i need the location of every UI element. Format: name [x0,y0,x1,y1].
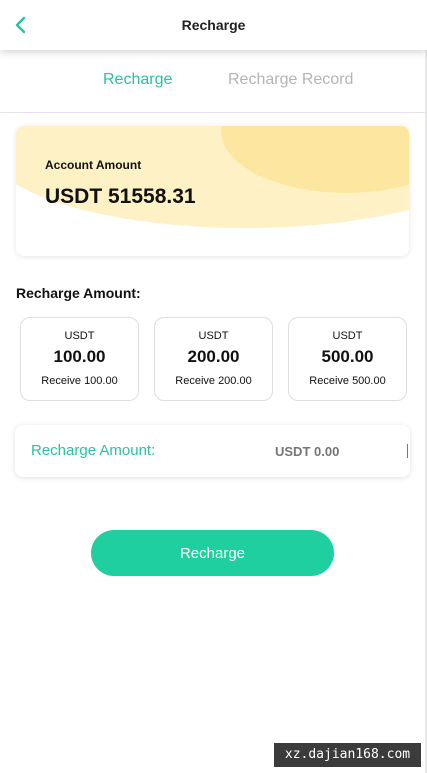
option-receive: Receive 200.00 [175,375,252,387]
account-amount-label: Account Amount [45,158,142,172]
option-amount: 500.00 [321,347,374,366]
text-cursor [407,444,408,458]
top-bar: Recharge [0,0,427,50]
recharge-amount-field-label: Recharge Amount: [31,442,156,459]
amount-option-100[interactable]: USDT 100.00 Receive 100.00 [20,317,139,401]
option-currency: USDT [64,330,95,342]
option-currency: USDT [198,330,229,342]
page-title: Recharge [181,17,246,33]
tab-recharge[interactable]: Recharge [103,71,172,89]
option-receive: Receive 100.00 [41,375,118,387]
option-receive: Receive 500.00 [309,375,386,387]
option-amount: 200.00 [187,347,240,366]
account-amount-value: USDT 51558.31 [45,185,196,208]
amount-option-200[interactable]: USDT 200.00 Receive 200.00 [154,317,273,401]
recharge-amount-heading: Recharge Amount: [16,285,141,301]
watermark: xz.dajian168.com [274,743,421,767]
recharge-amount-field-card: Recharge Amount: [15,425,410,477]
amount-option-500[interactable]: USDT 500.00 Receive 500.00 [288,317,407,401]
recharge-submit-button[interactable]: Recharge [91,530,334,576]
account-card: Account Amount USDT 51558.31 [16,126,409,256]
recharge-amount-input[interactable] [265,438,395,464]
option-currency: USDT [332,330,363,342]
option-amount: 100.00 [53,347,106,366]
tab-bar: Recharge Recharge Record [0,52,427,113]
tab-recharge-record[interactable]: Recharge Record [228,71,353,89]
